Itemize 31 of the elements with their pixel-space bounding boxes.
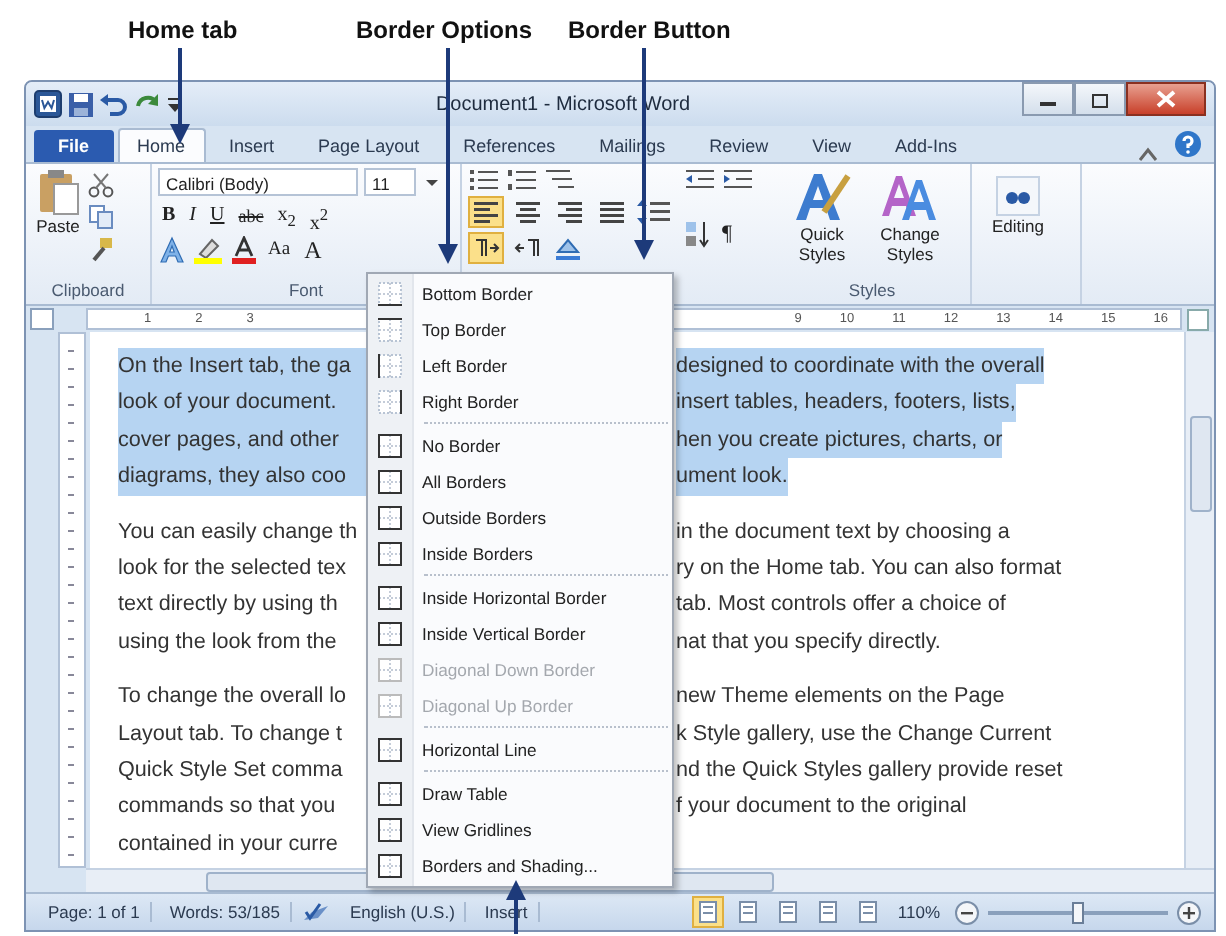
document-text: To change the overall lo: [118, 682, 349, 713]
document-text: Quick Style Set comma: [118, 755, 345, 786]
document-text: designed to coordinate with the overall: [676, 348, 1045, 385]
document-text: cover pages, and other: [118, 421, 370, 459]
document-text: look of your document.: [118, 384, 370, 422]
document-text: nd the Quick Styles gallery provide reset: [676, 755, 1063, 786]
callout-label: Home tab: [128, 16, 238, 44]
document-text: text directly by using th: [118, 590, 340, 621]
document-text: look for the selected tex: [118, 553, 349, 584]
group-label: Clipboard: [51, 280, 125, 304]
document-text: tab. Most controls offer a choice of: [676, 590, 1006, 621]
group-label: Styles: [848, 280, 896, 304]
document-text: using the look from the: [118, 627, 339, 658]
document-text: k Style gallery, use the Change Current: [676, 719, 1052, 750]
document-text: commands so that you: [118, 792, 338, 823]
document-text: diagrams, they also coo: [118, 458, 370, 496]
document-text: nat that you specify directly.: [676, 627, 941, 658]
document-text: ry on the Home tab. You can also format: [676, 553, 1062, 584]
document-text: contained in your curre: [118, 829, 340, 860]
document-text: Layout tab. To change t: [118, 719, 345, 750]
callout-label: Border Options: [356, 16, 533, 44]
document-text: in the document text by choosing a: [676, 517, 1010, 548]
document-text: f your document to the original: [676, 792, 967, 823]
document-text: hen you create pictures, charts, or: [676, 421, 1003, 459]
document-text: On the Insert tab, the ga: [118, 348, 370, 385]
document-text: ument look.: [676, 458, 788, 496]
group-label: Font: [288, 280, 323, 304]
document-text: You can easily change th: [118, 517, 360, 548]
callout-label: Border Button: [568, 16, 731, 44]
document-text: insert tables, headers, footers, lists,: [676, 384, 1016, 422]
document-text: new Theme elements on the Page: [676, 682, 1005, 713]
